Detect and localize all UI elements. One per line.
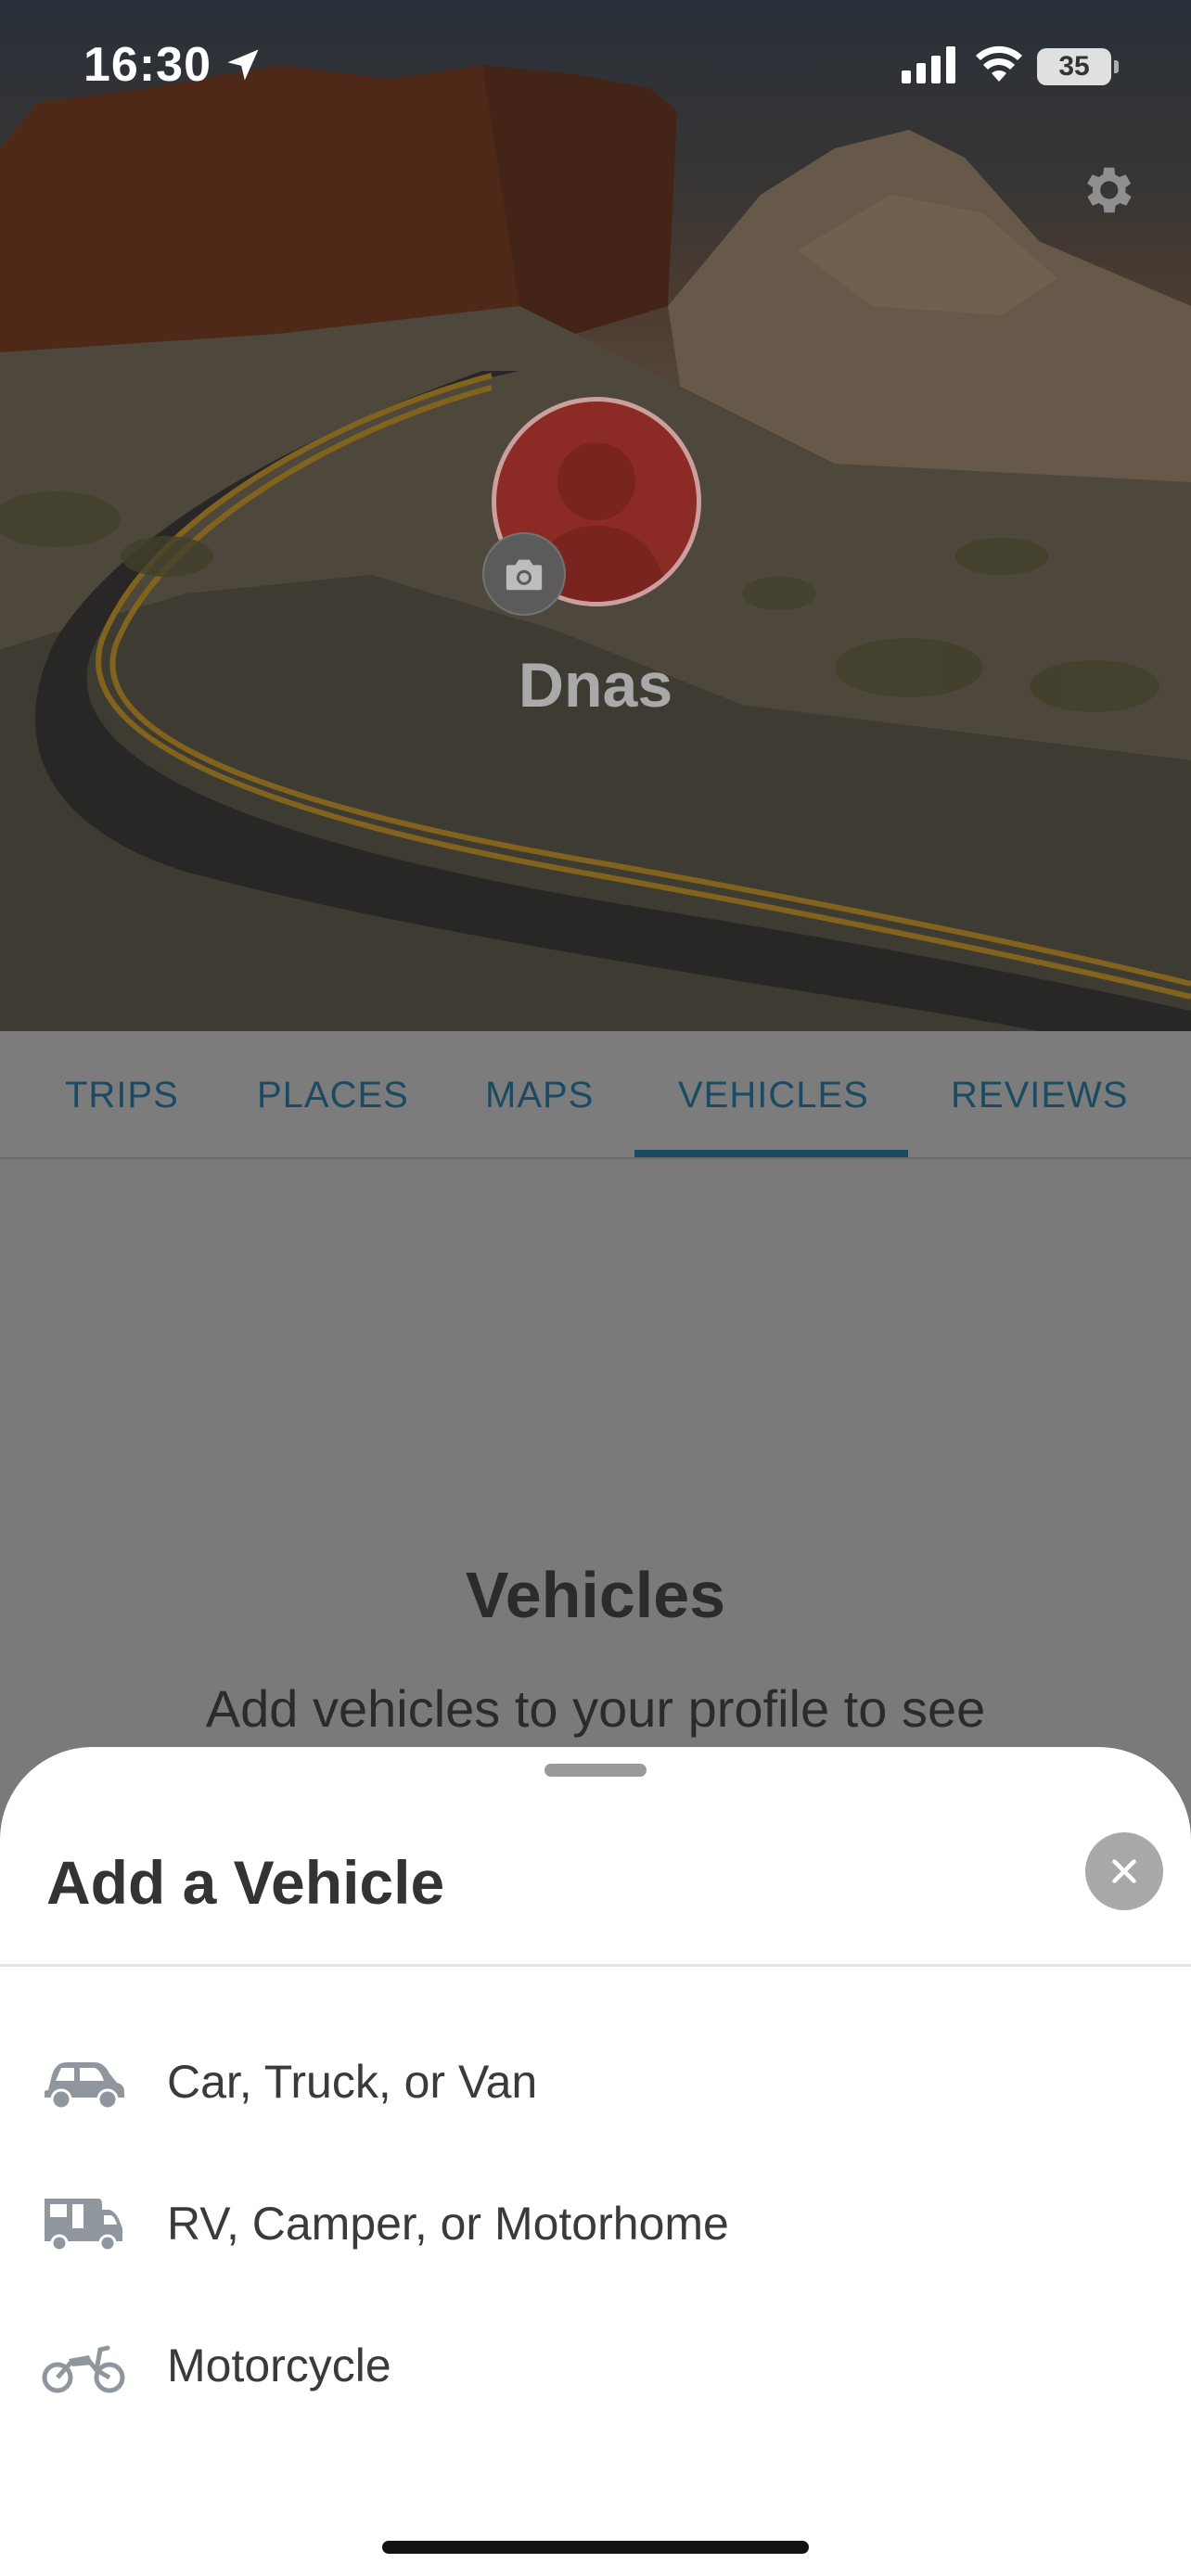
tab-maps[interactable]: MAPS bbox=[485, 1031, 594, 1159]
close-icon bbox=[1112, 1859, 1136, 1883]
status-time: 16:30 bbox=[83, 38, 211, 92]
close-button[interactable] bbox=[1085, 1832, 1163, 1910]
home-indicator[interactable] bbox=[382, 2541, 809, 2554]
option-car-truck-van[interactable]: Car, Truck, or Van bbox=[0, 2021, 1191, 2142]
tab-trips[interactable]: TRIPS bbox=[65, 1031, 179, 1159]
add-vehicle-sheet: Add a Vehicle Car, Truck, or Van RV, Cam… bbox=[0, 1747, 1191, 2576]
status-bar: 16:30 35 bbox=[0, 0, 1191, 139]
sheet-grabber[interactable] bbox=[544, 1764, 647, 1777]
profile-tab-bar: TRIPS PLACES MAPS VEHICLES REVIEWS bbox=[0, 1031, 1191, 1159]
empty-state-description: Add vehicles to your profile to see bbox=[205, 1679, 986, 1738]
option-rv-camper-motorhome[interactable]: RV, Camper, or Motorhome bbox=[0, 2163, 1191, 2284]
sheet-title: Add a Vehicle bbox=[46, 1848, 445, 1917]
battery-indicator: 35 bbox=[1037, 48, 1119, 85]
option-label: Car, Truck, or Van bbox=[167, 2056, 538, 2108]
empty-state-title: Vehicles bbox=[465, 1559, 726, 1631]
tab-places[interactable]: PLACES bbox=[257, 1031, 409, 1159]
option-motorcycle[interactable]: Motorcycle bbox=[0, 2305, 1191, 2426]
rv-icon bbox=[45, 2199, 122, 2252]
location-arrow-icon bbox=[227, 49, 259, 81]
active-tab-indicator bbox=[634, 1150, 908, 1157]
settings-gear-icon[interactable] bbox=[1076, 159, 1137, 221]
motorcycle-icon bbox=[42, 2345, 125, 2393]
vehicles-empty-state: Vehicles Add vehicles to your profile to… bbox=[0, 1159, 1191, 1753]
profile-username: Dnas bbox=[518, 650, 673, 721]
camera-icon bbox=[506, 559, 543, 591]
profile-header: 16:30 35 Dnas bbox=[0, 0, 1191, 1031]
tab-reviews[interactable]: REVIEWS bbox=[951, 1031, 1128, 1159]
sheet-divider bbox=[0, 1964, 1191, 1967]
option-label: Motorcycle bbox=[167, 2340, 391, 2391]
tab-vehicles[interactable]: VEHICLES bbox=[678, 1031, 869, 1159]
option-label: RV, Camper, or Motorhome bbox=[167, 2198, 729, 2250]
car-icon bbox=[45, 2062, 124, 2111]
change-photo-button[interactable] bbox=[482, 532, 566, 616]
wifi-icon bbox=[976, 45, 1022, 82]
cellular-signal-icon bbox=[902, 46, 955, 83]
